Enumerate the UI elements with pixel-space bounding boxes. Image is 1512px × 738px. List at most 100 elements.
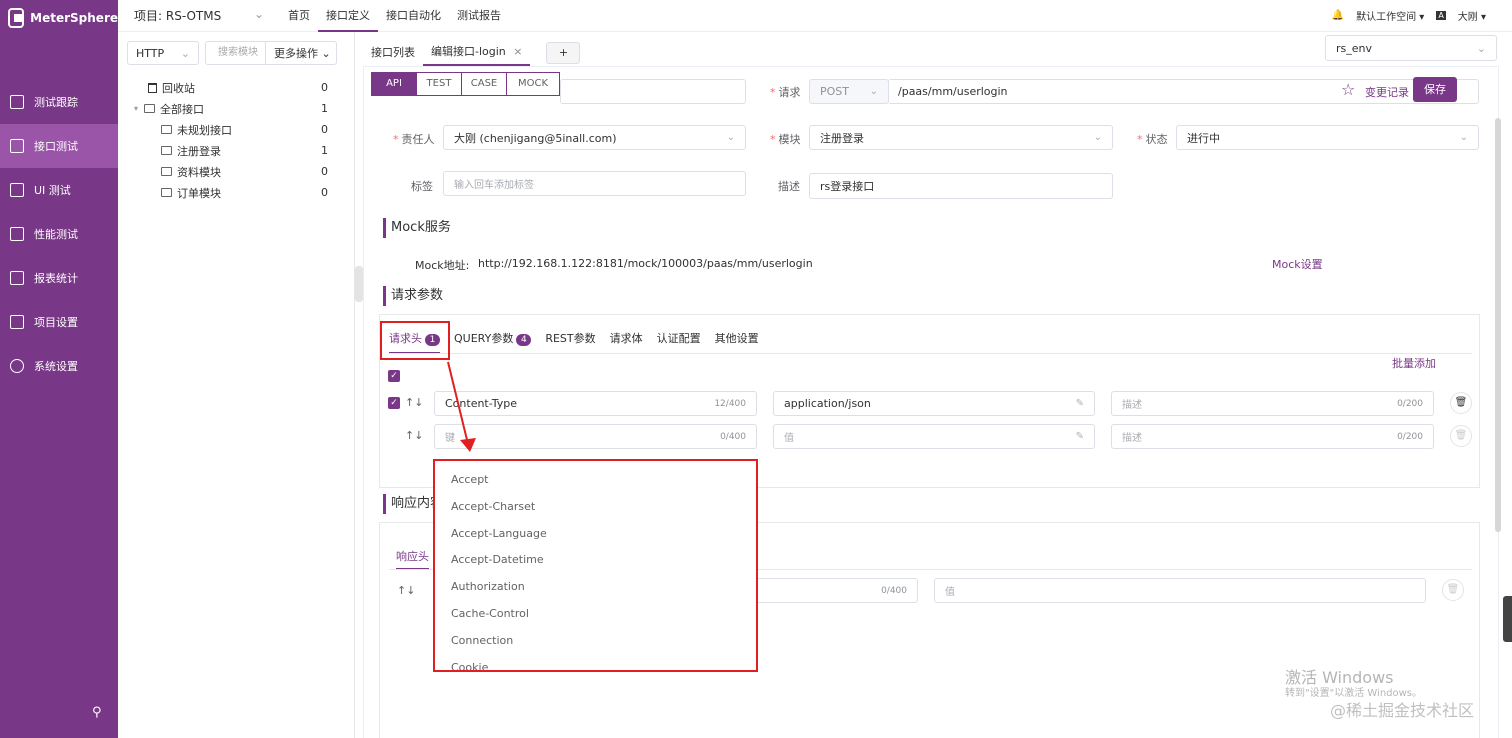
side-floating-tab[interactable] <box>1503 596 1512 642</box>
tab-auth-config[interactable]: 认证配置 <box>657 330 701 354</box>
header-desc-input[interactable]: 描述 0/200 <box>1111 424 1434 449</box>
dropdown-option[interactable]: Cookie <box>435 655 756 670</box>
star-icon[interactable]: ☆ <box>1341 80 1355 99</box>
delete-row-button[interactable]: 🗑 <box>1450 392 1472 414</box>
app-sidebar: MeterSphere 测试跟踪 接口测试 UI 测试 性能测试 报表统计 项目… <box>0 0 118 738</box>
dropdown-option[interactable]: Accept <box>435 467 756 494</box>
tree-item-label: 全部接口 <box>160 102 205 116</box>
tab-api-list[interactable]: 接口列表 <box>363 41 423 65</box>
environment-value: rs_env <box>1336 41 1373 55</box>
sidebar-item-performance[interactable]: 性能测试 <box>0 212 118 256</box>
sidebar-item-reports[interactable]: 报表统计 <box>0 256 118 300</box>
batch-add-link[interactable]: 批量添加 <box>1392 355 1436 371</box>
folder-icon <box>10 315 24 329</box>
tab-query-params[interactable]: QUERY参数 4 <box>454 330 532 354</box>
header-key-value: Content-Type <box>445 397 517 410</box>
folder-icon <box>144 104 156 113</box>
menu-test-report[interactable]: 测试报告 <box>449 0 509 32</box>
tab-rest-params[interactable]: REST参数 <box>545 330 595 354</box>
header-desc-input[interactable]: 描述 0/200 <box>1111 391 1434 416</box>
project-selector[interactable]: 项目: RS-OTMS ⌄ <box>118 7 276 24</box>
mode-tab-case[interactable]: CASE <box>461 72 507 96</box>
more-actions-button[interactable]: 更多操作 ⌄ <box>266 45 331 61</box>
sort-arrows-icon[interactable]: ↑↓ <box>397 584 415 597</box>
menu-api-automation[interactable]: 接口自动化 <box>378 0 449 32</box>
edit-icon[interactable]: ✎ <box>1076 398 1084 409</box>
tree-item-all[interactable]: ▾ 全部接口 1 <box>118 98 354 119</box>
user-menu[interactable]: 大刚 ▾ <box>1458 8 1486 23</box>
mock-settings-link[interactable]: Mock设置 <box>1272 256 1323 272</box>
mode-tab-mock[interactable]: MOCK <box>506 72 560 96</box>
tab-other-settings[interactable]: 其他设置 <box>715 330 759 354</box>
response-key-input[interactable]: 0/400 <box>758 578 918 603</box>
row-checkbox[interactable]: ✓ <box>388 397 400 409</box>
sort-arrows-icon[interactable]: ↑↓ <box>405 429 423 442</box>
caret-down-icon[interactable]: ▾ <box>134 104 138 113</box>
header-key-input[interactable]: Content-Type 12/400 <box>434 391 757 416</box>
app-logo[interactable]: MeterSphere <box>0 0 118 36</box>
method-select[interactable]: POST ⌄ <box>809 79 889 104</box>
tree-item[interactable]: 注册登录 1 <box>118 140 354 161</box>
mode-tab-test[interactable]: TEST <box>416 72 462 96</box>
module-select[interactable]: 注册登录 ⌄ <box>809 125 1113 150</box>
app-name: MeterSphere <box>30 11 118 25</box>
sidebar-item-ui-test[interactable]: UI 测试 <box>0 168 118 212</box>
bell-icon[interactable]: 🔔 <box>1332 10 1344 21</box>
dropdown-option[interactable]: Accept-Charset <box>435 494 756 521</box>
tree-item[interactable]: 未规划接口 0 <box>118 119 354 140</box>
close-icon[interactable]: × <box>513 45 522 58</box>
dropdown-option[interactable]: Accept-Datetime <box>435 547 756 574</box>
scrollbar[interactable] <box>1495 118 1501 532</box>
tree-item-count: 0 <box>321 165 328 178</box>
header-key-input[interactable]: 键 0/400 <box>434 424 757 449</box>
dropdown-option[interactable]: Cache-Control <box>435 601 756 628</box>
language-switch[interactable]: A <box>1436 11 1446 20</box>
save-button[interactable]: 保存 <box>1413 77 1457 102</box>
dropdown-option[interactable]: Accept-Language <box>435 521 756 548</box>
sort-arrows-icon[interactable]: ↑↓ <box>405 396 423 409</box>
menu-home[interactable]: 首页 <box>280 0 318 32</box>
response-value-input[interactable]: 值 <box>934 578 1426 603</box>
sidebar-item-project-settings[interactable]: 项目设置 <box>0 300 118 344</box>
add-tab-button[interactable]: + <box>546 42 581 64</box>
header-value-input[interactable]: 值 ✎ <box>773 424 1095 449</box>
header-value-input[interactable]: application/json ✎ <box>773 391 1095 416</box>
tab-response-headers[interactable]: 响应头 <box>396 548 429 570</box>
module-search-input[interactable]: 搜索模块 <box>206 42 266 64</box>
dropdown-option[interactable]: Connection <box>435 628 756 655</box>
tags-input[interactable]: 输入回车添加标签 <box>443 171 746 196</box>
sidebar-item-system-settings[interactable]: 系统设置 <box>0 344 118 388</box>
tree-item-label: 回收站 <box>162 81 195 95</box>
delete-row-button[interactable]: 🗑 <box>1442 579 1464 601</box>
tree-item[interactable]: 资料模块 0 <box>118 161 354 182</box>
top-header: 项目: RS-OTMS ⌄ 首页 接口定义 接口自动化 测试报告 🔔 默认工作空… <box>118 0 1512 32</box>
dropdown-option[interactable]: Authorization <box>435 574 756 601</box>
sidebar-item-test-track[interactable]: 测试跟踪 <box>0 80 118 124</box>
tab-request-body[interactable]: 请求体 <box>610 330 643 354</box>
status-select[interactable]: 进行中 ⌄ <box>1176 125 1479 150</box>
mode-tab-api[interactable]: API <box>371 72 417 96</box>
pin-icon[interactable]: ⚲ <box>92 705 102 720</box>
tree-item[interactable]: 订单模块 0 <box>118 182 354 203</box>
delete-row-button[interactable]: 🗑 <box>1450 425 1472 447</box>
environment-select[interactable]: rs_env ⌄ <box>1325 35 1497 61</box>
sidebar-item-label: 性能测试 <box>34 228 78 241</box>
select-all-checkbox[interactable]: ✓ <box>388 370 400 382</box>
mock-section-title: Mock服务 <box>383 218 451 238</box>
workspace-selector[interactable]: 默认工作空间 ▾ <box>1356 8 1424 23</box>
protocol-select[interactable]: HTTP ⌄ <box>127 41 199 65</box>
tab-edit-api[interactable]: 编辑接口-login × <box>423 40 531 66</box>
panel-splitter[interactable] <box>355 266 363 302</box>
owner-value: 大刚 (chenjigang@5inall.com) <box>454 131 617 145</box>
desc-textarea[interactable]: rs登录接口 <box>809 173 1113 199</box>
change-log-link[interactable]: 变更记录 <box>1365 84 1409 100</box>
api-name-input[interactable] <box>560 79 746 104</box>
owner-select[interactable]: 大刚 (chenjigang@5inall.com) ⌄ <box>443 125 746 150</box>
desc-label: 描述 <box>778 180 800 193</box>
menu-api-definition[interactable]: 接口定义 <box>318 0 378 32</box>
tree-item-recycle[interactable]: 回收站 0 <box>118 77 354 98</box>
edit-icon[interactable]: ✎ <box>1076 431 1084 442</box>
char-count: 0/200 <box>1397 398 1423 409</box>
mock-address-value: http://192.168.1.122:8181/mock/100003/pa… <box>478 257 813 270</box>
sidebar-item-api-test[interactable]: 接口测试 <box>0 124 118 168</box>
